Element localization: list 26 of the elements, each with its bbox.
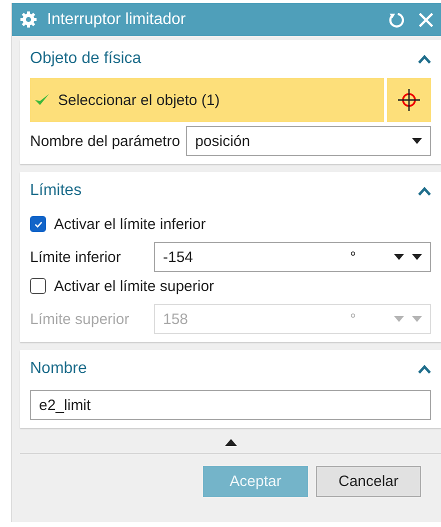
crosshair-icon	[397, 88, 421, 112]
crosshair-button[interactable]	[387, 78, 431, 122]
check-icon	[34, 220, 42, 228]
expand-icon[interactable]	[224, 439, 236, 446]
section-title[interactable]: Nombre	[30, 360, 87, 378]
reset-icon[interactable]	[387, 10, 405, 28]
checkbox[interactable]	[30, 216, 46, 232]
field-label: Límite inferior	[30, 248, 122, 266]
close-icon[interactable]	[417, 10, 435, 28]
window-title: Interruptor limitador	[47, 10, 187, 28]
collapse-icon[interactable]	[418, 186, 431, 196]
section-title[interactable]: Objeto de física	[30, 50, 142, 68]
cancel-button[interactable]: Cancelar	[316, 466, 421, 497]
field-label: Límite superior	[30, 310, 130, 328]
collapse-icon[interactable]	[418, 364, 431, 374]
check-icon	[34, 93, 50, 107]
field-label: Nombre del parámetro	[30, 132, 180, 150]
section-title[interactable]: Límites	[30, 182, 82, 200]
checkbox-label[interactable]: Activar el límite inferior	[54, 216, 206, 232]
number-field[interactable]: -154 °	[154, 242, 431, 272]
settings-icon	[20, 11, 37, 28]
parameter-dropdown[interactable]: posición	[186, 126, 431, 156]
name-field[interactable]: e2_limit	[30, 390, 431, 420]
dropdown-icon[interactable]	[412, 138, 422, 144]
selection-step[interactable]: Seleccionar el objeto (1)	[30, 78, 384, 122]
collapse-icon[interactable]	[418, 54, 431, 64]
